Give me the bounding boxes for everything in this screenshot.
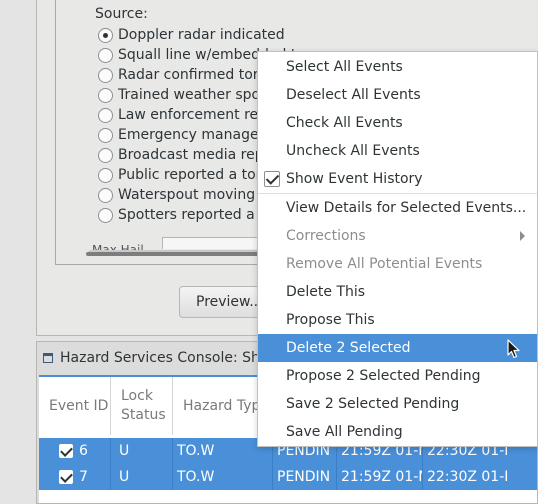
menu-item-uncheck-all[interactable]: Uncheck All Events: [258, 137, 537, 165]
radio-button[interactable]: [98, 47, 113, 63]
column-header-label: Event ID: [49, 397, 109, 414]
column-header-label: Lock Status: [121, 388, 166, 423]
radio-button[interactable]: [98, 187, 113, 203]
menu-item-corrections: Corrections: [258, 222, 537, 250]
menu-item-remove-potential: Remove All Potential Events: [286, 256, 483, 272]
menu-item-check-all[interactable]: Check All Events: [258, 109, 537, 137]
radio-button[interactable]: [98, 87, 113, 103]
cell-text: 7: [79, 469, 88, 485]
menu-item-label: Corrections: [286, 228, 366, 244]
cell-lock: U: [111, 438, 173, 464]
menu-item-view-details[interactable]: View Details for Selected Events...: [258, 194, 537, 222]
row-checkbox[interactable]: [59, 444, 73, 458]
radio-button[interactable]: [98, 167, 113, 183]
cell-event-id[interactable]: 7: [39, 464, 111, 490]
source-option-label: Doppler radar indicated: [118, 27, 285, 43]
checkbox-checked-icon: [264, 171, 280, 187]
column-header-event-id[interactable]: Event ID: [39, 377, 111, 435]
screen: Source: Doppler radar indicated Squall l…: [0, 0, 538, 504]
submenu-arrow-icon: [520, 231, 525, 241]
source-option[interactable]: Doppler radar indicated: [98, 25, 285, 45]
radio-button[interactable]: [98, 127, 113, 143]
menu-item-propose-selected[interactable]: Propose 2 Selected Pending: [258, 362, 537, 390]
mouse-pointer-icon: [507, 339, 520, 359]
cell-lock: U: [111, 464, 173, 490]
radio-button[interactable]: [98, 207, 113, 223]
radio-button[interactable]: [98, 107, 113, 123]
context-menu: Select All Events Deselect All Events Ch…: [257, 51, 538, 447]
menu-item-propose-this[interactable]: Propose This: [258, 306, 537, 334]
cell-status: PENDIN: [273, 464, 337, 490]
cell-text: 6: [79, 443, 88, 459]
menu-item-save-all[interactable]: Save All Pending: [258, 418, 537, 446]
menu-item-save-selected[interactable]: Save 2 Selected Pending: [258, 390, 537, 418]
cell-start-time: 21:59Z 01-M: [337, 464, 423, 490]
column-header-label: Hazard Typ: [183, 397, 261, 414]
radio-button[interactable]: [98, 67, 113, 83]
menu-item-label: Show Event History: [286, 171, 423, 187]
menu-item-delete-selected[interactable]: Delete 2 Selected: [258, 334, 537, 362]
radio-button[interactable]: [98, 147, 113, 163]
menu-item-deselect-all[interactable]: Deselect All Events: [258, 81, 537, 109]
window-icon: [43, 353, 53, 363]
cell-hazard: TO.W: [173, 464, 273, 490]
max-hail-label: Max Hail: [92, 243, 144, 250]
column-header-lock-status[interactable]: Lock Status: [111, 377, 173, 435]
source-label: Source:: [95, 6, 148, 22]
menu-item-show-history[interactable]: Show Event History: [258, 165, 537, 193]
table-row[interactable]: 7 U TO.W PENDIN 21:59Z 01-M 22:30Z 01-I: [39, 464, 537, 490]
row-checkbox[interactable]: [59, 470, 73, 484]
cell-event-id[interactable]: 6: [39, 438, 111, 464]
console-title: Hazard Services Console: Shor: [60, 350, 275, 366]
cell-end-time: 22:30Z 01-I: [427, 469, 509, 485]
menu-item-select-all[interactable]: Select All Events: [258, 53, 537, 81]
radio-button[interactable]: [98, 27, 113, 43]
menu-item-delete-this[interactable]: Delete This: [258, 278, 537, 306]
preview-button[interactable]: Preview...: [179, 286, 269, 318]
